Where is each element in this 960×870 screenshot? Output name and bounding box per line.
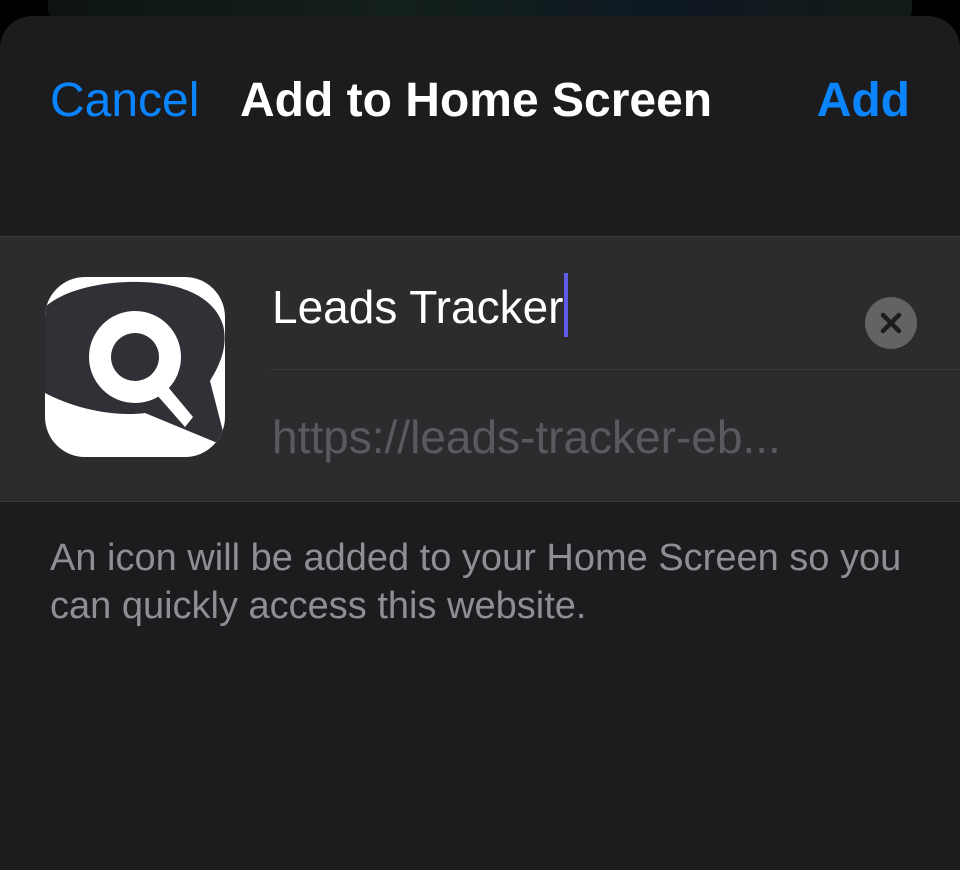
add-to-home-sheet: Cancel Add to Home Screen Add Leads Trac… xyxy=(0,16,960,870)
speech-bubble-q-icon xyxy=(45,277,225,457)
clear-x-icon xyxy=(865,312,917,352)
clear-text-button[interactable] xyxy=(865,297,917,349)
bookmark-name-value: Leads Tracker xyxy=(272,281,564,333)
add-button[interactable]: Add xyxy=(817,72,910,130)
bookmark-name-field[interactable]: Leads Tracker xyxy=(272,273,569,337)
bookmark-form-group: Leads Tracker https://leads-tracker-eb..… xyxy=(0,236,960,502)
field-divider xyxy=(270,369,960,370)
cancel-button[interactable]: Cancel xyxy=(50,72,199,130)
text-caret xyxy=(564,273,569,337)
website-url: https://leads-tracker-eb... xyxy=(272,411,781,463)
description-text: An icon will be added to your Home Scree… xyxy=(50,537,902,627)
sheet-title: Add to Home Screen xyxy=(240,74,713,127)
